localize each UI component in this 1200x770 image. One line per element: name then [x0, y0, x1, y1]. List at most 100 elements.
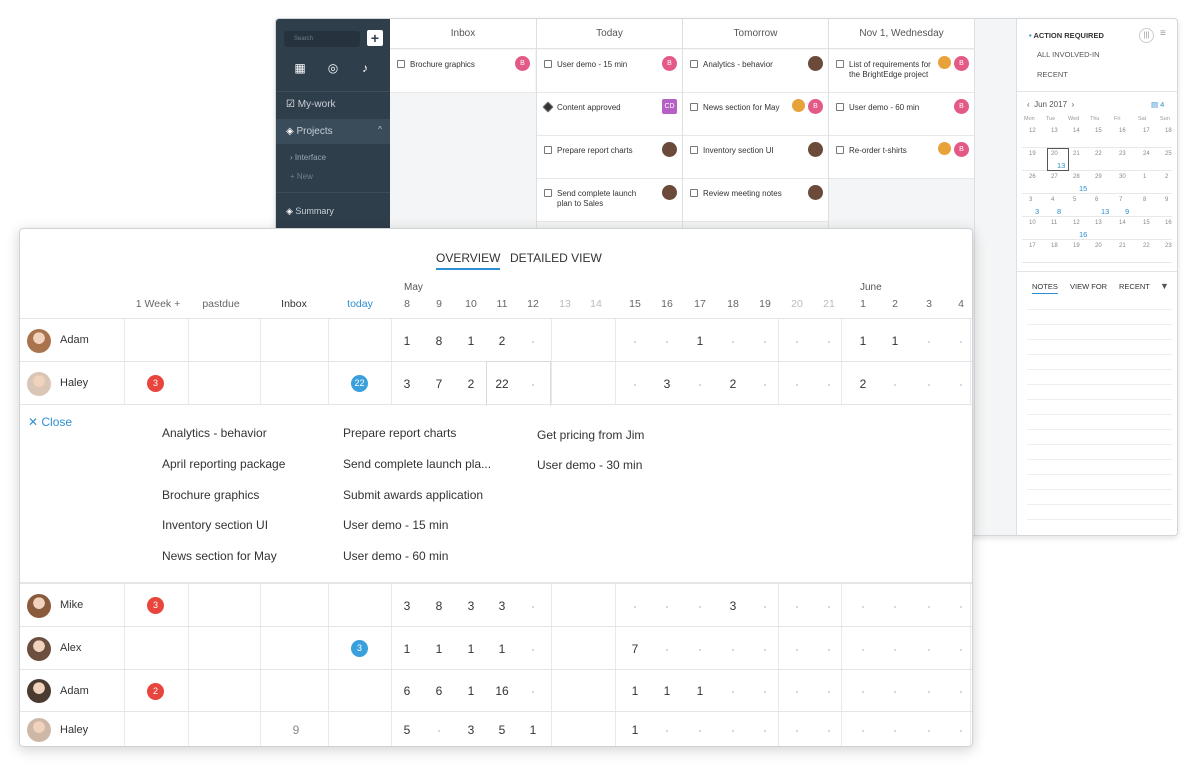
day-count[interactable]: 1 [847, 334, 879, 348]
chevron-up-icon[interactable]: ^ [378, 125, 382, 134]
calendar-day[interactable]: 25 [1165, 151, 1172, 157]
day-count[interactable]: 2 [717, 377, 749, 391]
calendar-day[interactable]: 10 [1029, 220, 1036, 226]
add-button[interactable]: + [367, 30, 383, 46]
task-link[interactable]: Submit awards application [343, 488, 483, 502]
table-row[interactable]: Adam 1 8 1 2 1 1 1 [20, 318, 972, 362]
tab-notes[interactable]: NOTES [1032, 282, 1058, 294]
day-count[interactable]: 1 [517, 723, 549, 737]
task-card[interactable]: Send complete launch plan to Sales [537, 179, 682, 222]
task-link[interactable]: User demo - 60 min [343, 549, 448, 563]
day-header[interactable]: 1 [847, 298, 879, 310]
task-card[interactable]: User demo - 60 min B [829, 93, 974, 136]
calendar-day[interactable]: 30 [1119, 174, 1126, 180]
sidebar-item-summary[interactable]: ◈ Summary [286, 206, 334, 217]
task-link[interactable]: User demo - 30 min [537, 458, 642, 472]
day-count[interactable]: 2 [847, 377, 879, 391]
bell-icon[interactable]: ♪ [358, 61, 372, 75]
calendar-day[interactable]: 15 [1095, 128, 1102, 134]
day-header[interactable]: 17 [684, 298, 716, 310]
calendar-day[interactable]: 12 [1029, 128, 1036, 134]
day-header[interactable]: 2 [879, 298, 911, 310]
table-row[interactable]: Haley 9 5 3 5 1 1 [20, 711, 972, 746]
calendar-day[interactable]: 8 [1143, 197, 1146, 203]
sidebar-item-interface[interactable]: › Interface [290, 153, 326, 162]
day-count[interactable]: 7 [423, 377, 455, 391]
day-count[interactable]: 1 [423, 642, 455, 656]
task-card[interactable]: News section for May B [683, 93, 828, 136]
calendar-day[interactable]: 14 [1073, 128, 1080, 134]
calendar-day[interactable]: 15 [1143, 220, 1150, 226]
tab-recent[interactable]: RECENT [1119, 282, 1150, 291]
notes-area[interactable] [1027, 295, 1172, 525]
day-count[interactable]: 16 [486, 684, 518, 698]
day-header[interactable]: 20 [781, 298, 813, 310]
sidebar-item-projects[interactable]: ◈ Projects [286, 126, 333, 137]
calendar-badge[interactable]: ▤ 4 [1151, 100, 1164, 109]
filter-action-required[interactable]: • ACTION REQUIRED [1029, 31, 1104, 40]
calendar-day[interactable]: 21 [1073, 151, 1080, 157]
calendar-day[interactable]: 16 [1119, 128, 1126, 134]
task-card[interactable]: Brochure graphics B [390, 50, 535, 93]
day-count[interactable]: 2 [486, 334, 518, 348]
day-header[interactable]: 10 [455, 298, 487, 310]
calendar-day[interactable]: 18 [1165, 128, 1172, 134]
day-header[interactable]: 4 [945, 298, 972, 310]
task-link[interactable]: User demo - 15 min [343, 518, 448, 532]
task-link[interactable]: Brochure graphics [162, 488, 259, 502]
calendar-day[interactable]: 13 [1095, 220, 1102, 226]
calendar-day[interactable]: 5 [1073, 197, 1076, 203]
day-count[interactable]: 1 [684, 334, 716, 348]
header-1-week[interactable]: 1 Week + [126, 298, 190, 310]
day-header[interactable]: 16 [651, 298, 683, 310]
today-badge[interactable]: 22 [351, 375, 368, 392]
day-count[interactable]: 3 [391, 599, 423, 613]
pastdue-badge[interactable]: 3 [147, 375, 164, 392]
calendar-day[interactable]: 22 [1095, 151, 1102, 157]
day-header[interactable]: 21 [813, 298, 845, 310]
task-link[interactable]: Get pricing from Jim [537, 428, 644, 442]
day-count[interactable]: 2 [455, 377, 487, 391]
filter-recent[interactable]: RECENT [1037, 70, 1068, 79]
calendar-day[interactable]: 17 [1143, 128, 1150, 134]
calendar-day[interactable]: 26 [1029, 174, 1036, 180]
day-count[interactable]: 1 [619, 723, 651, 737]
day-count[interactable]: 6 [423, 684, 455, 698]
day-count[interactable]: 1 [391, 334, 423, 348]
header-today[interactable]: today [328, 298, 392, 310]
day-count[interactable]: 1 [651, 684, 683, 698]
day-count[interactable]: 3 [651, 377, 683, 391]
task-card[interactable]: Prepare report charts [537, 136, 682, 179]
calendar-day[interactable]: 21 [1119, 243, 1126, 249]
calendar-day[interactable]: 1 [1143, 174, 1146, 180]
day-count[interactable]: 1 [391, 642, 423, 656]
list-icon[interactable]: ≡ [1160, 28, 1166, 39]
sidebar-item-my-work[interactable]: ☑ My-work [286, 99, 336, 110]
day-count[interactable]: 1 [879, 334, 911, 348]
day-count[interactable]: 1 [486, 642, 518, 656]
calendar-day[interactable]: 27 [1051, 174, 1058, 180]
task-link[interactable]: Inventory section UI [162, 518, 268, 532]
day-count[interactable]: 8 [423, 599, 455, 613]
day-header[interactable]: 14 [580, 298, 612, 310]
day-header[interactable]: 19 [749, 298, 781, 310]
calendar-day[interactable]: 28 [1073, 174, 1080, 180]
day-header[interactable]: 18 [717, 298, 749, 310]
day-count[interactable]: 1 [684, 684, 716, 698]
columns-icon[interactable]: ||| [1139, 28, 1154, 43]
search-input[interactable]: Search [284, 31, 360, 47]
day-count[interactable]: 3 [455, 723, 487, 737]
header-inbox[interactable]: Inbox [260, 298, 328, 310]
task-card[interactable]: Content approved CD [537, 93, 682, 136]
task-card[interactable]: Inventory section UI [683, 136, 828, 179]
task-link[interactable]: News section for May [162, 549, 277, 563]
grid-icon[interactable]: ▦ [293, 61, 307, 75]
day-count[interactable]: 3 [455, 599, 487, 613]
calendar-day[interactable]: 19 [1029, 151, 1036, 157]
task-link[interactable]: Send complete launch pla... [343, 457, 491, 471]
calendar-day[interactable]: 13 [1051, 128, 1058, 134]
task-link[interactable]: Prepare report charts [343, 426, 456, 440]
tab-view-for[interactable]: VIEW FOR [1070, 282, 1107, 291]
day-header[interactable]: 15 [619, 298, 651, 310]
calendar-day[interactable]: 11 [1051, 220, 1057, 226]
